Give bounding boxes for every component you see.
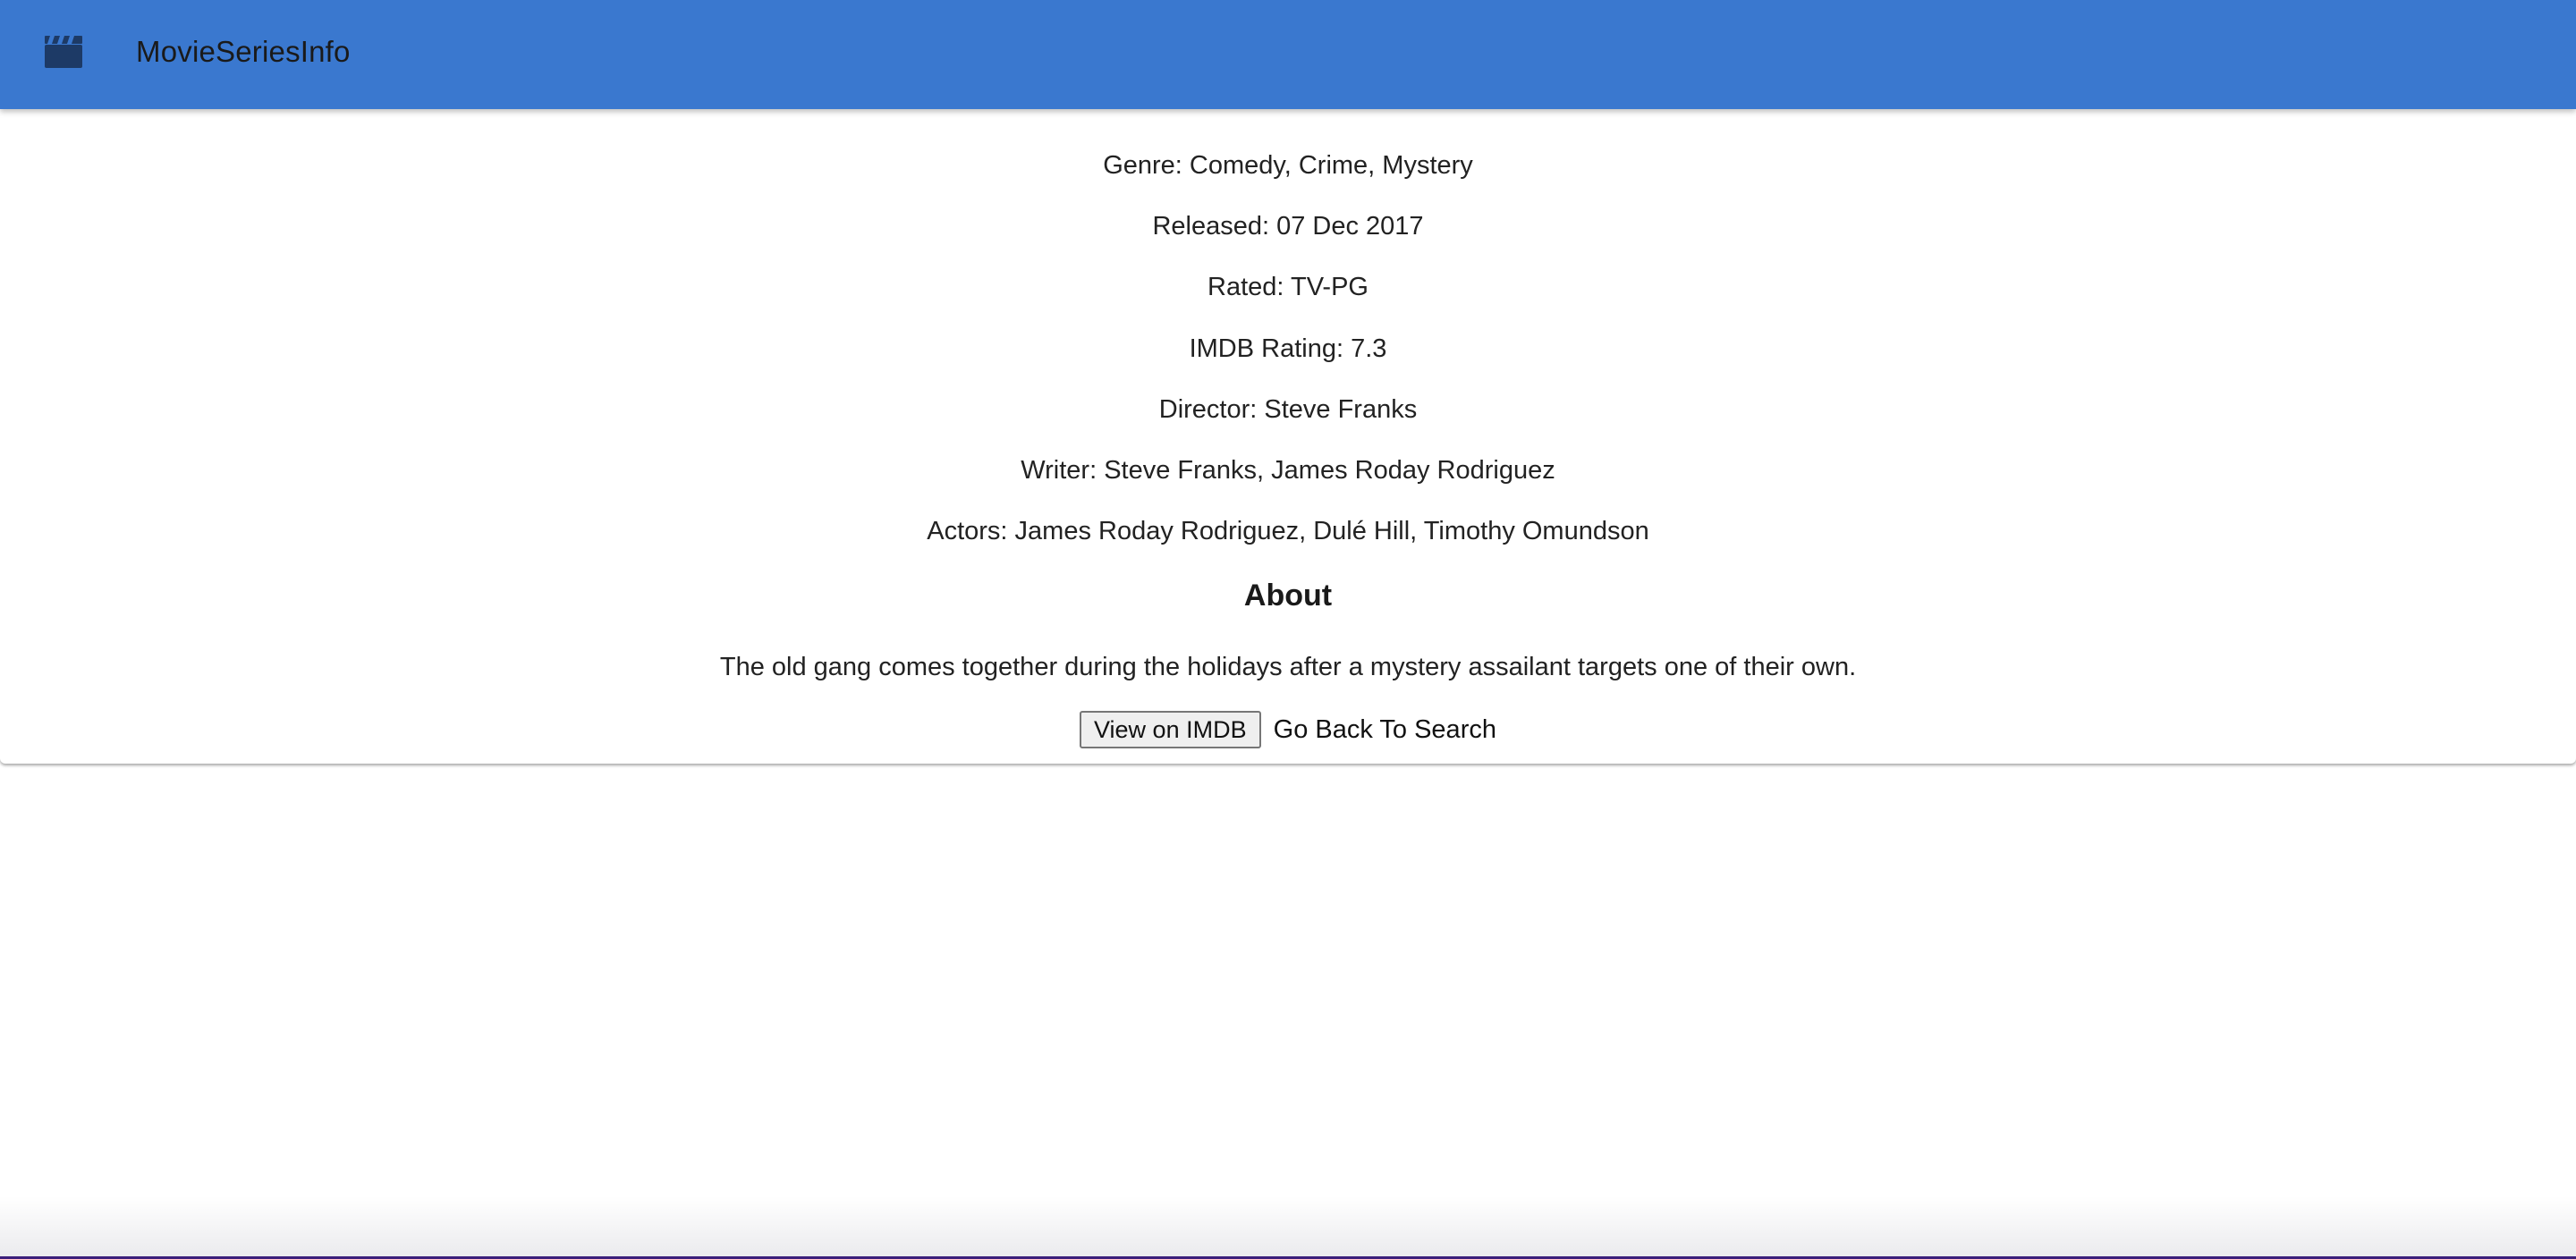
imdb-rating-text: IMDB Rating: 7.3 [1189, 334, 1387, 363]
go-back-to-search-link[interactable]: Go Back To Search [1274, 711, 1496, 748]
movie-details-card: Genre: Comedy, Crime, Mystery Released: … [0, 109, 2576, 764]
actions-row: View on IMDB Go Back To Search [0, 710, 2576, 749]
released-text: Released: 07 Dec 2017 [1152, 212, 1424, 241]
writer-text: Writer: Steve Franks, James Roday Rodrig… [1021, 456, 1555, 485]
page: MovieSeriesInfo Genre: Comedy, Crime, My… [0, 0, 2576, 1259]
rated-text: Rated: TV-PG [1208, 273, 1368, 301]
about-heading: About [1243, 579, 1333, 613]
director-text: Director: Steve Franks [1158, 395, 1418, 424]
app-title: MovieSeriesInfo [136, 35, 351, 68]
view-on-imdb-button[interactable]: View on IMDB [1080, 711, 1261, 749]
actors-text: Actors: James Roday Rodriguez, Dulé Hill… [927, 517, 1649, 545]
plot-text: The old gang comes together during the h… [719, 653, 1857, 681]
app-bar: MovieSeriesInfo [0, 0, 2576, 109]
bottom-shadow [0, 1196, 2576, 1259]
genre-text: Genre: Comedy, Crime, Mystery [1103, 151, 1473, 180]
clapperboard-icon [45, 36, 82, 68]
